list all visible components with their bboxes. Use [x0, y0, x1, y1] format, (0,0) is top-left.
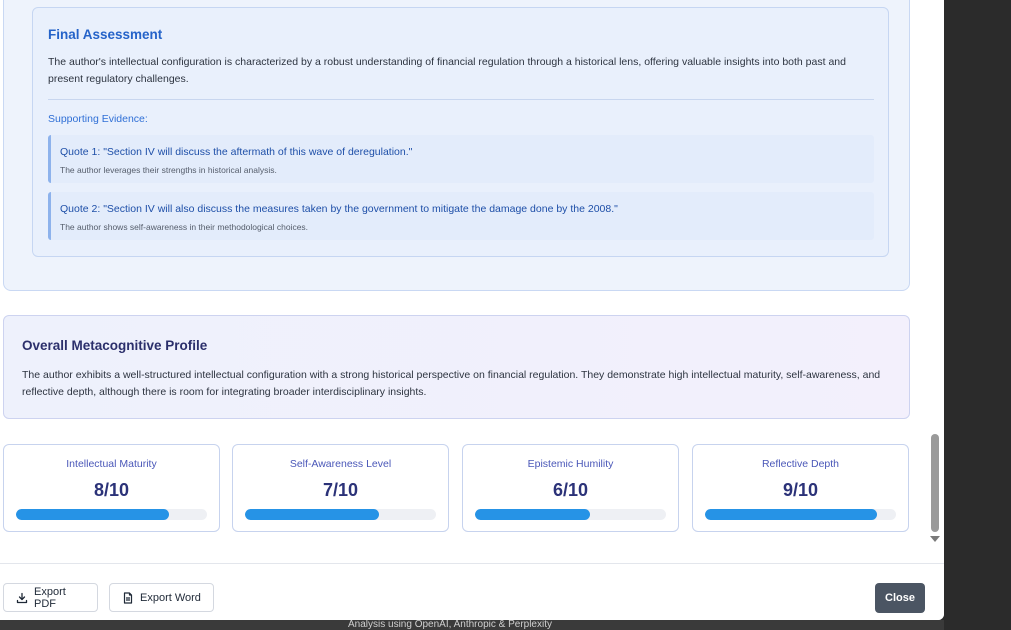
document-icon — [122, 591, 134, 604]
metric-card-self-awareness-level: Self-Awareness Level 7/10 — [232, 444, 449, 532]
profile-title: Overall Metacognitive Profile — [22, 338, 208, 353]
final-assessment-card: Final Assessment The author's intellectu… — [32, 7, 889, 257]
export-word-label: Export Word — [140, 591, 201, 604]
metric-value: 9/10 — [782, 480, 819, 500]
metric-progress-bar — [245, 509, 436, 520]
vertical-scrollbar[interactable] — [928, 0, 942, 548]
evidence-quote: Quote 1: "Section IV will discuss the af… — [48, 135, 874, 183]
metric-progress-fill — [245, 509, 379, 520]
metric-label: Reflective Depth — [761, 458, 840, 470]
download-icon — [16, 592, 28, 604]
metacognitive-profile-panel: Overall Metacognitive Profile The author… — [3, 315, 910, 419]
metric-progress-fill — [475, 509, 590, 520]
metric-label: Self-Awareness Level — [289, 458, 392, 470]
scrollbar-thumb[interactable] — [931, 434, 939, 532]
metric-value: 7/10 — [322, 480, 359, 500]
divider — [48, 99, 874, 100]
metric-progress-bar — [705, 509, 896, 520]
metric-card-intellectual-maturity: Intellectual Maturity 8/10 — [3, 444, 220, 532]
modal-footer: Export PDF Export Word Close — [0, 563, 944, 620]
metric-value: 8/10 — [93, 480, 130, 500]
analysis-modal: Final Assessment The author's intellectu… — [0, 0, 944, 620]
profile-text: The author exhibits a well-structured in… — [22, 369, 881, 398]
evidence-quote: Quote 2: "Section IV will also discuss t… — [48, 192, 874, 240]
metric-value: 6/10 — [552, 480, 589, 500]
final-assessment-text: The author's intellectual configuration … — [48, 56, 846, 85]
metric-progress-fill — [16, 509, 169, 520]
close-button[interactable]: Close — [875, 583, 925, 613]
metric-progress-bar — [16, 509, 207, 520]
metric-card-epistemic-humility: Epistemic Humility 6/10 — [462, 444, 679, 532]
quote-text: Quote 1: "Section IV will discuss the af… — [60, 146, 413, 158]
export-pdf-button[interactable]: Export PDF — [3, 583, 98, 612]
metric-label: Epistemic Humility — [527, 458, 614, 470]
modal-content-scroll-area[interactable]: Final Assessment The author's intellectu… — [0, 0, 928, 563]
metric-card-reflective-depth: Reflective Depth 9/10 — [692, 444, 909, 532]
scroll-down-arrow-icon[interactable] — [930, 536, 940, 542]
metric-progress-fill — [705, 509, 877, 520]
background-credit-text: Analysis using OpenAI, Anthropic & Perpl… — [348, 619, 552, 630]
metric-progress-bar — [475, 509, 666, 520]
quote-note: The author shows self-awareness in their… — [60, 222, 309, 232]
final-assessment-title: Final Assessment — [48, 27, 163, 42]
assessment-section: Final Assessment The author's intellectu… — [3, 0, 910, 291]
quote-text: Quote 2: "Section IV will also discuss t… — [60, 203, 618, 215]
metric-label: Intellectual Maturity — [66, 458, 157, 470]
export-pdf-label: Export PDF — [34, 585, 66, 610]
supporting-evidence-label: Supporting Evidence: — [48, 113, 148, 125]
quote-note: The author leverages their strengths in … — [60, 165, 277, 175]
export-word-button[interactable]: Export Word — [109, 583, 214, 612]
